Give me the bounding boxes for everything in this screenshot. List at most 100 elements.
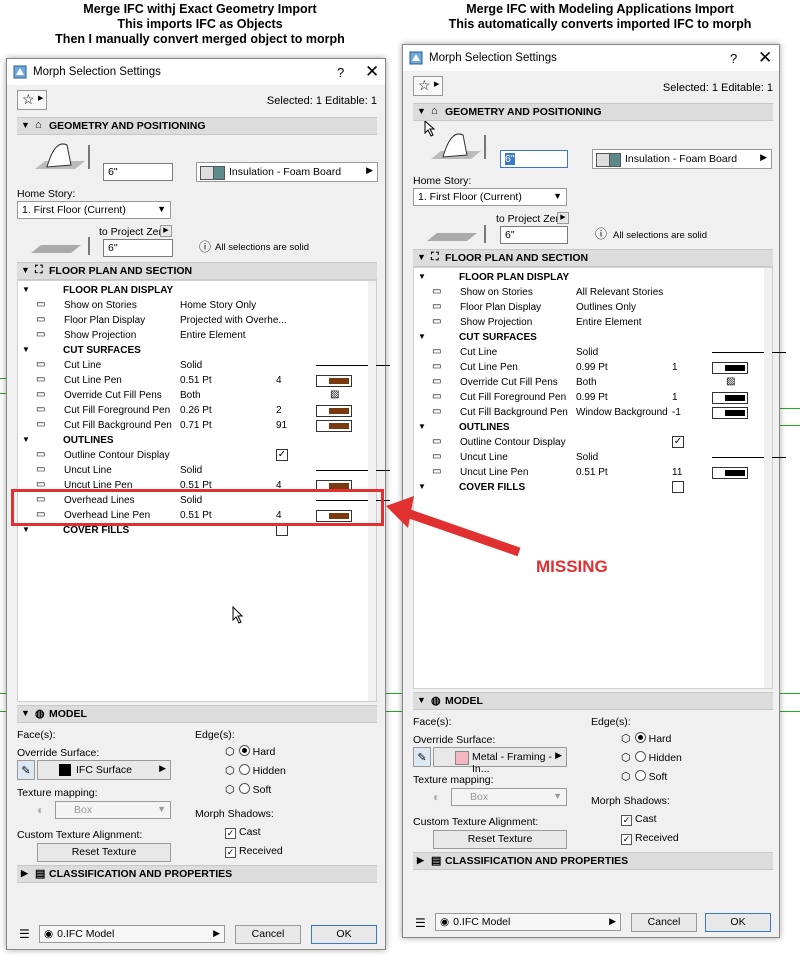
tree-row[interactable]: ▭ Show on Stories All Relevant Stories bbox=[414, 285, 772, 300]
row-label: Cut Fill Background Pen bbox=[64, 420, 172, 431]
tree-group-header[interactable]: ▼ CUT SURFACES bbox=[414, 330, 772, 345]
tree-group-header[interactable]: ▼ OUTLINES bbox=[18, 433, 376, 448]
collapse-triangle-icon: ▼ bbox=[418, 272, 426, 281]
building-material-select[interactable]: Insulation - Foam Board ▶ bbox=[196, 162, 378, 182]
reset-texture-button[interactable]: Reset Texture bbox=[433, 830, 567, 849]
edge-hard-radio[interactable]: ⬡ Hard bbox=[621, 732, 671, 745]
right-settings-tree[interactable]: ▼ FLOOR PLAN DISPLAY ▭ Show on Stories All R… bbox=[413, 267, 786, 689]
favorites-button[interactable]: ☆ ▶ bbox=[413, 76, 443, 96]
tree-row[interactable]: ▭ Cut Fill Foreground Pen 0.26 Pt 2 bbox=[18, 403, 376, 418]
tree-row[interactable]: ▭ Show on Stories Home Story Only bbox=[18, 298, 376, 313]
line-type-swatch[interactable] bbox=[316, 365, 390, 366]
selected-info: Selected: 1 Editable: 1 bbox=[266, 95, 377, 107]
cancel-button[interactable]: Cancel bbox=[631, 913, 697, 932]
pen-swatch[interactable] bbox=[712, 362, 748, 374]
tree-row[interactable]: ▭ Floor Plan Display Projected with Overhe… bbox=[18, 313, 376, 328]
tree-row[interactable]: ▭ Override Cut Fill Pens Both ▨ bbox=[414, 375, 772, 390]
tree-scrollbar[interactable] bbox=[764, 268, 772, 688]
cover-fills-checkbox[interactable] bbox=[672, 481, 684, 493]
row-label: Cut Line bbox=[460, 347, 498, 358]
row-label: Uncut Line bbox=[460, 452, 508, 463]
tree-row[interactable]: ▭ Cut Line Pen 0.99 Pt 1 bbox=[414, 360, 772, 375]
tree-row[interactable]: ▭ Cut Fill Foreground Pen 0.99 Pt 1 bbox=[414, 390, 772, 405]
reference-level-button[interactable]: ▶ bbox=[160, 225, 172, 237]
help-button[interactable]: ? bbox=[337, 65, 344, 80]
reference-level-button[interactable]: ▶ bbox=[557, 212, 569, 224]
classification-section-header[interactable]: ▶ ▤ CLASSIFICATION AND PROPERTIES bbox=[17, 865, 377, 883]
pen-swatch[interactable] bbox=[712, 467, 748, 479]
close-button[interactable]: ✕ bbox=[758, 48, 772, 68]
favorites-button[interactable]: ☆ ▶ bbox=[17, 90, 47, 110]
override-surface-select[interactable]: Metal - Framing - In... ▶ bbox=[433, 747, 567, 775]
tree-row[interactable]: ▭ Floor Plan Display Outlines Only bbox=[414, 300, 772, 315]
geometry-section-header[interactable]: ▼ ⌂ GEOMETRY AND POSITIONING bbox=[413, 103, 773, 121]
geometry-section-header[interactable]: ▼ ⌂ GEOMETRY AND POSITIONING bbox=[17, 117, 377, 135]
line-type-swatch[interactable] bbox=[712, 457, 786, 458]
project-zero-input[interactable]: 6" bbox=[103, 239, 173, 257]
edge-hidden-radio[interactable]: ⬡ Hidden bbox=[225, 764, 286, 777]
tree-row[interactable]: ▭ Outline Contour Display ✓ bbox=[18, 448, 376, 463]
layer-select[interactable]: ◉ 0.IFC Model ▶ bbox=[39, 925, 225, 943]
tree-row[interactable]: ▭ Uncut Line Solid bbox=[414, 450, 786, 465]
outline-contour-checkbox[interactable]: ✓ bbox=[672, 436, 684, 448]
cast-checkbox[interactable]: ✓ Cast bbox=[225, 826, 261, 839]
outline-contour-checkbox[interactable]: ✓ bbox=[276, 449, 288, 461]
floorplan-section-header[interactable]: ▼ ⛶ FLOOR PLAN AND SECTION bbox=[413, 249, 773, 267]
height-input[interactable]: 6" bbox=[103, 163, 173, 181]
paintbrush-icon[interactable]: ✎ bbox=[413, 747, 431, 767]
texture-mapping-select[interactable]: Box ▼ bbox=[451, 788, 567, 806]
override-surface-select[interactable]: IFC Surface ▶ bbox=[37, 760, 171, 780]
tree-row[interactable]: ▭ Show Projection Entire Element bbox=[414, 315, 772, 330]
edge-soft-radio[interactable]: ⬡ Soft bbox=[621, 770, 667, 783]
tree-group-header[interactable]: ▼ FLOOR PLAN DISPLAY bbox=[414, 270, 772, 285]
tree-group-header[interactable]: ▼ FLOOR PLAN DISPLAY bbox=[18, 283, 376, 298]
ok-button[interactable]: OK bbox=[705, 913, 771, 932]
cast-checkbox[interactable]: ✓ Cast bbox=[621, 813, 657, 826]
floorplan-section-header[interactable]: ▼ ⛶ FLOOR PLAN AND SECTION bbox=[17, 262, 377, 280]
layer-select[interactable]: ◉ 0.IFC Model ▶ bbox=[435, 913, 621, 931]
texture-mapping-select[interactable]: Box ▼ bbox=[55, 801, 171, 819]
pen-swatch[interactable] bbox=[712, 407, 748, 419]
cancel-button[interactable]: Cancel bbox=[235, 925, 301, 944]
edge-soft-radio[interactable]: ⬡ Soft bbox=[225, 783, 271, 796]
tree-row[interactable]: ▭ Cut Fill Background Pen Window Backgroun… bbox=[414, 405, 772, 420]
left-caption: Merge IFC withj Exact Geometry Import Th… bbox=[10, 2, 390, 47]
model-section-header[interactable]: ▼ ◍ MODEL bbox=[413, 692, 773, 710]
tree-row[interactable]: ▭ Cut Fill Background Pen 0.71 Pt 91 bbox=[18, 418, 376, 433]
tree-row[interactable]: ▭ Uncut Line Solid bbox=[18, 463, 390, 478]
pen-swatch[interactable] bbox=[712, 392, 748, 404]
tree-row[interactable]: ▭ Cut Line Pen 0.51 Pt 4 bbox=[18, 373, 376, 388]
chevron-down-icon: ▼ bbox=[553, 191, 562, 201]
received-checkbox[interactable]: ✓ Received bbox=[225, 845, 283, 858]
building-material-select[interactable]: Insulation - Foam Board ▶ bbox=[592, 149, 772, 169]
pen-swatch[interactable] bbox=[316, 420, 352, 432]
model-section-header[interactable]: ▼ ◍ MODEL bbox=[17, 705, 377, 723]
height-input[interactable]: 6" bbox=[500, 150, 568, 168]
tree-row[interactable]: ▭ Override Cut Fill Pens Both ▨ bbox=[18, 388, 376, 403]
pen-swatch[interactable] bbox=[316, 375, 352, 387]
line-type-swatch[interactable] bbox=[316, 470, 390, 471]
all-selections-solid: All selections are solid bbox=[613, 230, 707, 241]
cube-icon: ⬡ bbox=[225, 746, 235, 758]
home-story-select[interactable]: 1. First Floor (Current) ▼ bbox=[413, 188, 567, 206]
ok-button[interactable]: OK bbox=[311, 925, 377, 944]
tree-row[interactable]: ▭ Outline Contour Display ✓ bbox=[414, 435, 772, 450]
home-story-select[interactable]: 1. First Floor (Current) ▼ bbox=[17, 201, 171, 219]
tree-group-header[interactable]: ▼ OUTLINES bbox=[414, 420, 772, 435]
received-checkbox[interactable]: ✓ Received bbox=[621, 832, 679, 845]
reset-texture-button[interactable]: Reset Texture bbox=[37, 843, 171, 862]
tree-row[interactable]: ▭ Cut Line Solid bbox=[414, 345, 786, 360]
edge-hidden-radio[interactable]: ⬡ Hidden bbox=[621, 751, 682, 764]
close-button[interactable]: ✕ bbox=[365, 62, 379, 82]
tree-row[interactable]: ▭ Show Projection Entire Element bbox=[18, 328, 376, 343]
help-button[interactable]: ? bbox=[730, 51, 737, 66]
paintbrush-icon[interactable]: ✎ bbox=[17, 760, 35, 780]
tree-row[interactable]: ▭ Uncut Line Pen 0.51 Pt 11 bbox=[414, 465, 772, 480]
line-type-swatch[interactable] bbox=[712, 352, 786, 353]
project-zero-input[interactable]: 6" bbox=[500, 226, 568, 244]
classification-section-header[interactable]: ▶ ▤ CLASSIFICATION AND PROPERTIES bbox=[413, 852, 773, 870]
tree-row[interactable]: ▭ Cut Line Solid bbox=[18, 358, 390, 373]
tree-group-header[interactable]: ▼ CUT SURFACES bbox=[18, 343, 376, 358]
pen-swatch[interactable] bbox=[316, 405, 352, 417]
edge-hard-radio[interactable]: ⬡ Hard bbox=[225, 745, 275, 758]
